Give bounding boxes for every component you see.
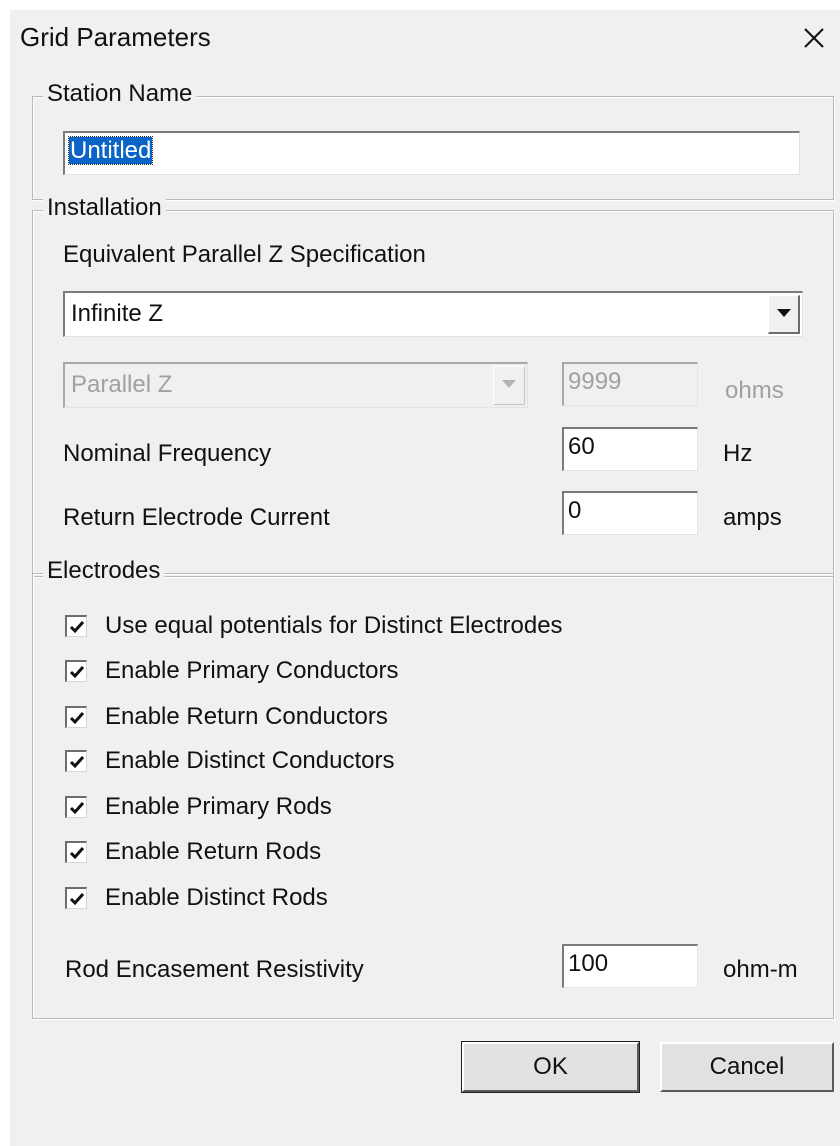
chevron-down-icon: [777, 309, 791, 317]
rod-encasement-resistivity-field[interactable]: 100: [562, 944, 698, 988]
installation-legend: Installation: [43, 194, 166, 222]
checkmark-icon: [69, 712, 85, 725]
checkbox-equal-potentials[interactable]: Use equal potentials for Distinct Electr…: [65, 612, 825, 642]
checkmark-icon: [69, 847, 85, 860]
station-name-group: Station Name Untitled: [32, 80, 834, 200]
electrodes-legend: Electrodes: [43, 557, 165, 585]
close-icon: [804, 28, 824, 48]
parallel-z-spec-dropdown[interactable]: Infinite Z: [63, 291, 803, 337]
checkmark-icon: [69, 621, 85, 634]
rod-encasement-resistivity-label: Rod Encasement Resistivity: [65, 956, 364, 983]
checkbox-return-rods[interactable]: Enable Return Rods: [65, 838, 825, 868]
checkbox-primary-rods[interactable]: Enable Primary Rods: [65, 793, 825, 823]
grid-parameters-dialog: Grid Parameters Station Name Untitled In…: [10, 10, 840, 1146]
rod-encasement-resistivity-unit: ohm-m: [723, 956, 798, 983]
checkbox-box[interactable]: [65, 887, 87, 909]
title-bar: Grid Parameters: [10, 10, 840, 66]
checkbox-label: Use equal potentials for Distinct Electr…: [105, 612, 563, 639]
parallel-type-value: Parallel Z: [71, 371, 173, 398]
parallel-z-unit: ohms: [725, 377, 784, 404]
ok-button[interactable]: OK: [461, 1041, 640, 1093]
rod-encasement-resistivity-value: 100: [568, 950, 609, 977]
checkbox-box[interactable]: [65, 750, 87, 772]
checkbox-box[interactable]: [65, 841, 87, 863]
checkbox-label: Enable Distinct Conductors: [105, 747, 395, 774]
dialog-title: Grid Parameters: [20, 22, 211, 52]
return-electrode-current-label: Return Electrode Current: [63, 504, 330, 531]
parallel-z-spec-label: Equivalent Parallel Z Specification: [63, 241, 426, 268]
checkmark-icon: [69, 666, 85, 679]
station-name-value: Untitled: [67, 136, 154, 165]
station-name-legend: Station Name: [43, 80, 197, 108]
checkbox-label: Enable Return Rods: [105, 838, 322, 865]
checkmark-icon: [69, 802, 85, 815]
checkbox-box[interactable]: [65, 660, 87, 682]
parallel-type-dropdown-button[interactable]: [493, 366, 525, 405]
parallel-type-dropdown[interactable]: Parallel Z: [63, 362, 528, 408]
checkbox-distinct-conductors[interactable]: Enable Distinct Conductors: [65, 747, 825, 777]
parallel-z-field[interactable]: 9999: [562, 362, 698, 406]
checkbox-box[interactable]: [65, 796, 87, 818]
nominal-frequency-unit: Hz: [723, 440, 753, 467]
return-electrode-current-unit: amps: [723, 504, 782, 531]
checkbox-label: Enable Return Conductors: [105, 703, 388, 730]
checkmark-icon: [69, 756, 85, 769]
station-name-field[interactable]: Untitled: [63, 131, 800, 175]
checkbox-label: Enable Primary Conductors: [105, 657, 399, 684]
checkbox-label: Enable Distinct Rods: [105, 884, 328, 911]
electrodes-group: Electrodes Use equal potentials for Dist…: [32, 557, 834, 1019]
installation-group: Installation Equivalent Parallel Z Speci…: [32, 194, 834, 577]
parallel-z-spec-value: Infinite Z: [71, 300, 164, 327]
nominal-frequency-label: Nominal Frequency: [63, 440, 272, 467]
checkbox-distinct-rods[interactable]: Enable Distinct Rods: [65, 884, 825, 914]
nominal-frequency-value: 60: [568, 433, 595, 460]
parallel-z-value: 9999: [568, 368, 622, 395]
checkmark-icon: [69, 893, 85, 906]
return-electrode-current-value: 0: [568, 497, 582, 524]
chevron-down-icon: [502, 380, 516, 388]
checkbox-box[interactable]: [65, 706, 87, 728]
close-button[interactable]: [796, 20, 832, 56]
nominal-frequency-field[interactable]: 60: [562, 427, 698, 471]
checkbox-box[interactable]: [65, 615, 87, 637]
checkbox-return-conductors[interactable]: Enable Return Conductors: [65, 703, 825, 733]
cancel-button[interactable]: Cancel: [660, 1042, 834, 1092]
return-electrode-current-field[interactable]: 0: [562, 491, 698, 535]
parallel-z-spec-dropdown-button[interactable]: [768, 295, 800, 334]
checkbox-primary-conductors[interactable]: Enable Primary Conductors: [65, 657, 825, 687]
checkbox-label: Enable Primary Rods: [105, 793, 332, 820]
